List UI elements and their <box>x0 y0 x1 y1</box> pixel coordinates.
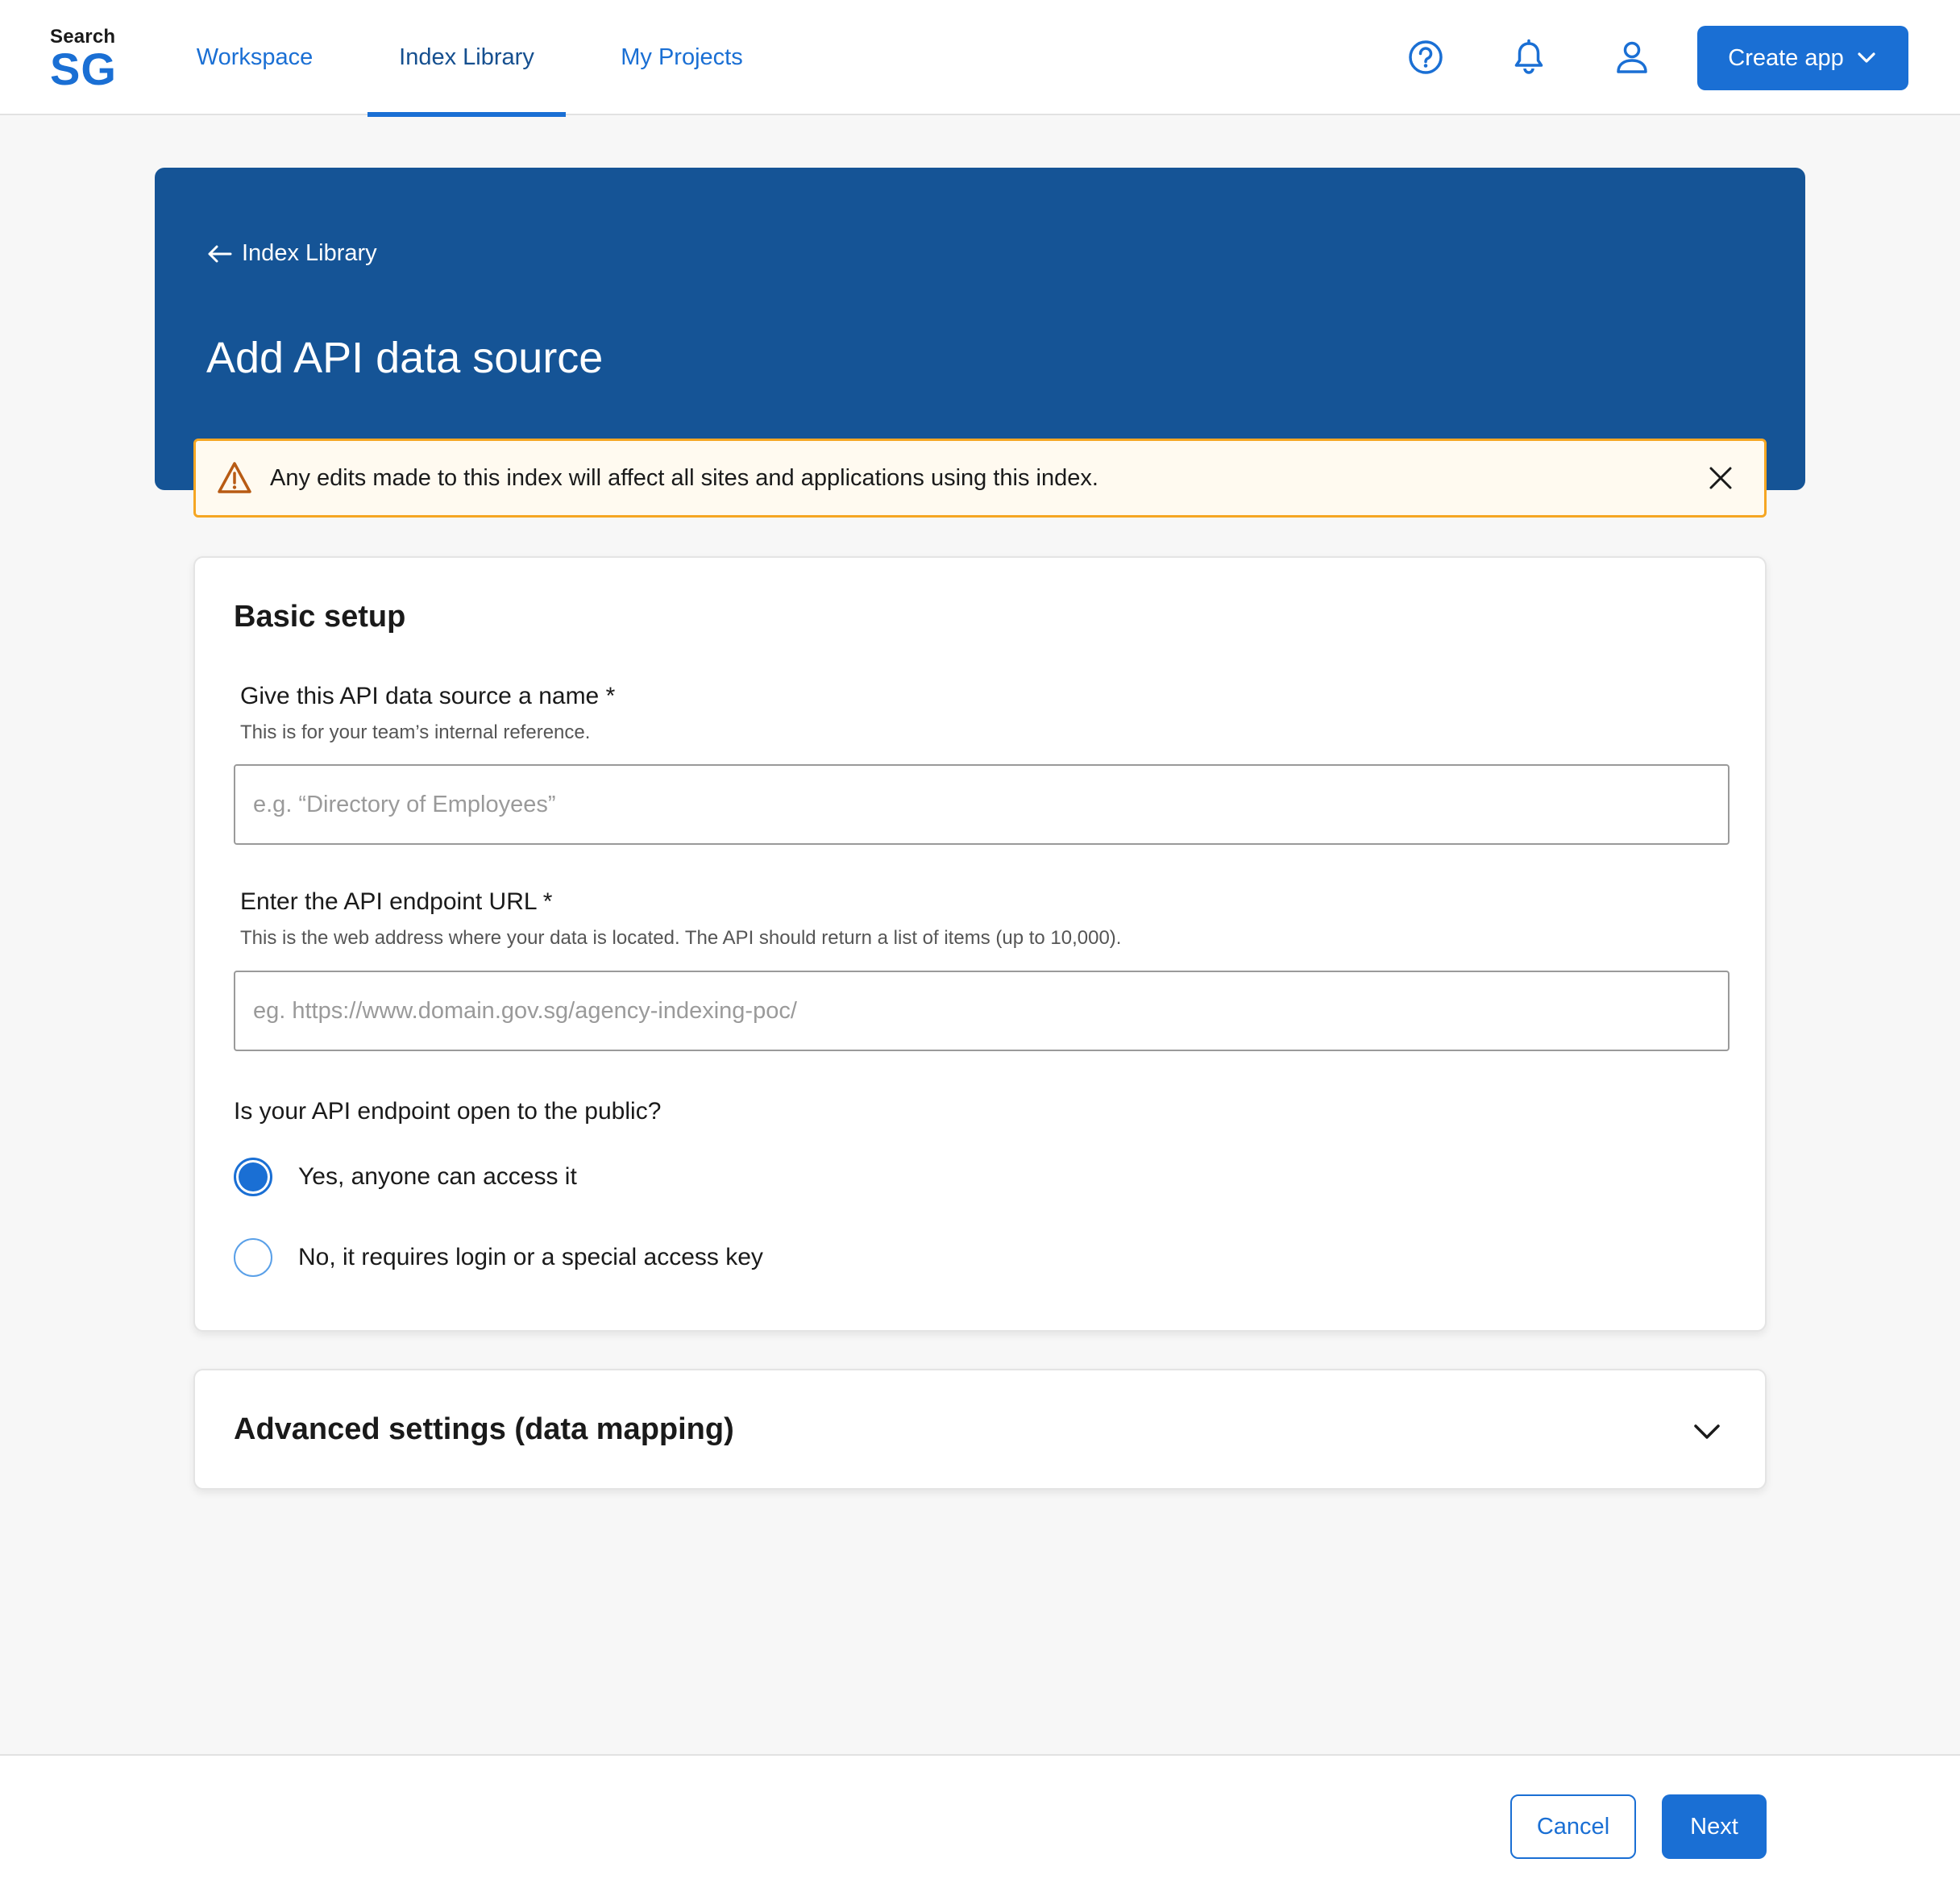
bell-icon[interactable] <box>1510 39 1547 76</box>
radio-option-label: Yes, anyone can access it <box>298 1163 577 1190</box>
create-app-button[interactable]: Create app <box>1697 26 1908 90</box>
help-icon[interactable] <box>1407 39 1444 76</box>
close-icon[interactable] <box>1706 464 1735 493</box>
logo-big-text: SG <box>50 44 117 94</box>
top-navigation-bar: Search SG Workspace Index Library My Pro… <box>0 0 1960 117</box>
page-title: Add API data source <box>206 334 604 382</box>
radio-option-label: No, it requires login or a special acces… <box>298 1244 763 1270</box>
public-access-question: Is your API endpoint open to the public? <box>234 1098 662 1125</box>
nav-tab-index-library[interactable]: Index Library <box>368 0 566 117</box>
url-field-help: This is the web address where your data … <box>240 927 1122 949</box>
nav-tab-label: Index Library <box>399 44 534 70</box>
warning-message: Any edits made to this index will affect… <box>270 465 1098 491</box>
back-to-index-library-link[interactable]: Index Library <box>206 240 377 267</box>
nav-tab-workspace[interactable]: Workspace <box>192 0 318 115</box>
name-field-label: Give this API data source a name * <box>240 683 616 709</box>
warning-triangle-icon <box>218 462 251 493</box>
name-field-help: This is for your team’s internal referen… <box>240 721 591 743</box>
chevron-down-icon <box>1694 1424 1720 1439</box>
back-link-label: Index Library <box>242 240 377 266</box>
nav-tab-label: Workspace <box>196 44 314 70</box>
api-endpoint-url-input[interactable] <box>234 971 1730 1051</box>
url-field-label: Enter the API endpoint URL * <box>240 888 553 915</box>
create-app-label: Create app <box>1728 44 1844 71</box>
basic-setup-card: Basic setup Give this API data source a … <box>193 556 1767 1332</box>
data-source-name-input[interactable] <box>234 764 1730 845</box>
radio-option-public[interactable]: Yes, anyone can access it <box>234 1158 577 1196</box>
next-button[interactable]: Next <box>1662 1794 1767 1859</box>
radio-button-unchecked[interactable] <box>234 1238 272 1277</box>
warning-banner: Any edits made to this index will affect… <box>193 439 1767 518</box>
chevron-down-icon <box>1858 52 1875 63</box>
basic-setup-title: Basic setup <box>234 600 406 634</box>
nav-tab-my-projects[interactable]: My Projects <box>617 0 746 115</box>
arrow-left-icon <box>208 245 232 262</box>
advanced-settings-accordion[interactable]: Advanced settings (data mapping) <box>193 1369 1767 1490</box>
advanced-settings-title: Advanced settings (data mapping) <box>234 1412 734 1446</box>
search-sg-logo[interactable]: Search SG <box>50 26 121 94</box>
form-footer: Cancel Next <box>0 1754 1960 1896</box>
nav-tab-label: My Projects <box>621 44 743 70</box>
radio-option-private[interactable]: No, it requires login or a special acces… <box>234 1238 763 1277</box>
cancel-button[interactable]: Cancel <box>1510 1794 1636 1859</box>
radio-button-checked[interactable] <box>234 1158 272 1196</box>
user-icon[interactable] <box>1613 39 1651 76</box>
